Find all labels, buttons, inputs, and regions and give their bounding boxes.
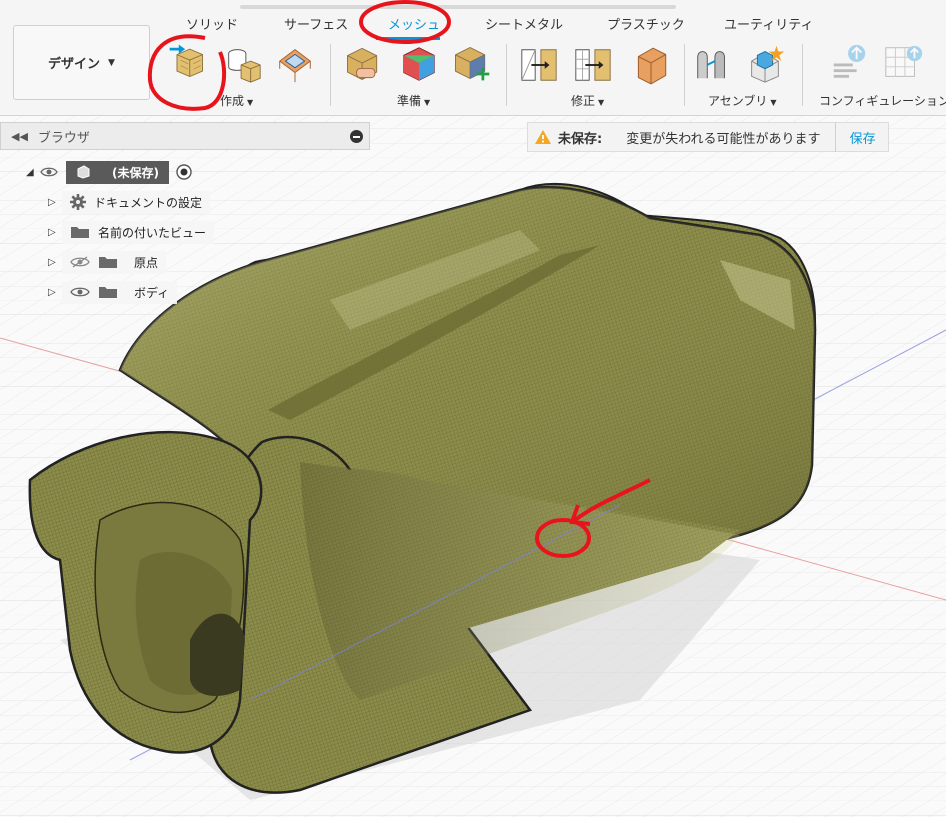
collapsed-triangle-icon[interactable]: ▷ [48, 287, 62, 298]
generate-face-groups-icon[interactable] [450, 42, 492, 84]
group-divider [802, 44, 803, 106]
tree-item-bodies[interactable]: ▷ ボディ [48, 280, 178, 304]
group-assemble[interactable]: アセンブリ ▼ [708, 92, 777, 109]
activate-radio-icon[interactable] [175, 163, 193, 181]
face-group-icon[interactable] [274, 42, 316, 84]
gear-icon [70, 194, 86, 210]
group-configuration-label: コンフィギュレーション [819, 94, 946, 108]
tab-solid[interactable]: ソリッド [186, 14, 238, 36]
root-component[interactable]: (未保存) [66, 160, 169, 184]
collapse-browser-icon[interactable]: ◀◀ [11, 130, 28, 143]
configure-icon[interactable] [828, 42, 870, 84]
workspace-switcher-button[interactable]: デザイン ▼ [13, 25, 150, 100]
tab-surface[interactable]: サーフェス [284, 14, 348, 36]
group-prepare[interactable]: 準備 ▼ [397, 92, 430, 109]
group-prepare-label: 準備 [397, 94, 422, 108]
tree-item-label: ボディ [134, 285, 170, 300]
warning-icon [535, 130, 551, 144]
unsaved-message: 変更が失われる可能性があります [626, 131, 821, 147]
group-create[interactable]: 作成 ▼ [220, 92, 253, 109]
group-assemble-label: アセンブリ [708, 94, 768, 108]
browser-panel-header: ◀◀ ブラウザ [0, 122, 370, 150]
collapsed-triangle-icon[interactable]: ▷ [48, 197, 62, 208]
remesh-icon[interactable] [398, 42, 440, 84]
eye-icon[interactable] [40, 166, 58, 178]
workspace-label: デザイン [48, 57, 101, 72]
collapsed-triangle-icon[interactable]: ▷ [48, 257, 62, 268]
group-modify[interactable]: 修正 ▼ [571, 92, 604, 109]
group-assemble-caret-icon: ▼ [770, 98, 777, 107]
group-create-label: 作成 [220, 94, 245, 108]
unsaved-changes-banner: 未保存: 変更が失われる可能性があります 保存 [527, 122, 889, 152]
tree-root[interactable]: ◢ (未保存) [26, 160, 193, 184]
group-configuration[interactable]: コンフィギュレーション▼ [819, 92, 946, 109]
collapsed-triangle-icon[interactable]: ▷ [48, 227, 62, 238]
save-button[interactable]: 保存 [834, 122, 876, 152]
tree-item-label: 名前の付いたビュー [98, 225, 207, 240]
tree-item-label: 原点 [134, 255, 159, 270]
group-divider [684, 44, 685, 106]
expanded-triangle-icon[interactable]: ◢ [26, 167, 40, 178]
dropdown-caret-icon: ▼ [108, 57, 115, 68]
browser-title: ブラウザ [37, 130, 90, 146]
group-divider [330, 44, 331, 106]
folder-icon [99, 257, 117, 268]
eye-hidden-icon[interactable] [70, 255, 90, 269]
tab-mesh[interactable]: メッシュ [388, 14, 440, 36]
tab-utility[interactable]: ユーティリティ [724, 14, 813, 36]
tab-plastic[interactable]: プラスチック [607, 14, 685, 36]
reduce-mesh-icon[interactable] [572, 44, 614, 86]
eye-icon[interactable] [70, 285, 90, 299]
reverse-normal-icon[interactable] [630, 44, 672, 86]
create-mesh-section-icon[interactable] [222, 42, 264, 84]
root-component-label: (未保存) [112, 165, 159, 180]
component-icon [77, 165, 90, 179]
new-component-icon[interactable] [744, 42, 786, 84]
tree-item-document-settings[interactable]: ▷ ドキュメントの設定 [48, 190, 211, 214]
repair-mesh-icon[interactable] [342, 42, 384, 84]
tab-sheet-metal[interactable]: シートメタル [485, 14, 563, 36]
unsaved-title: 未保存: [558, 131, 603, 147]
group-create-caret-icon: ▼ [247, 98, 254, 107]
group-divider [506, 44, 507, 106]
plane-cut-icon[interactable] [518, 44, 560, 86]
group-modify-label: 修正 [571, 94, 596, 108]
group-modify-caret-icon: ▼ [598, 98, 605, 107]
group-prepare-caret-icon: ▼ [424, 98, 431, 107]
folder-icon [99, 287, 117, 298]
tree-item-label: ドキュメントの設定 [94, 195, 203, 210]
tree-item-origin[interactable]: ▷ 原点 [48, 250, 167, 274]
minimize-browser-icon[interactable] [350, 130, 363, 143]
joint-icon[interactable] [692, 42, 734, 84]
ribbon-toolbar: ソリッド サーフェス メッシュ シートメタル プラスチック ユーティリティ デザ… [0, 0, 946, 116]
insert-mesh-icon[interactable] [166, 40, 208, 82]
ribbon-scroll-strip[interactable] [240, 5, 676, 9]
configuration-table-icon[interactable] [882, 42, 924, 84]
folder-icon [71, 227, 89, 238]
tree-item-named-views[interactable]: ▷ 名前の付いたビュー [48, 220, 215, 244]
active-tab-underline [376, 37, 440, 40]
